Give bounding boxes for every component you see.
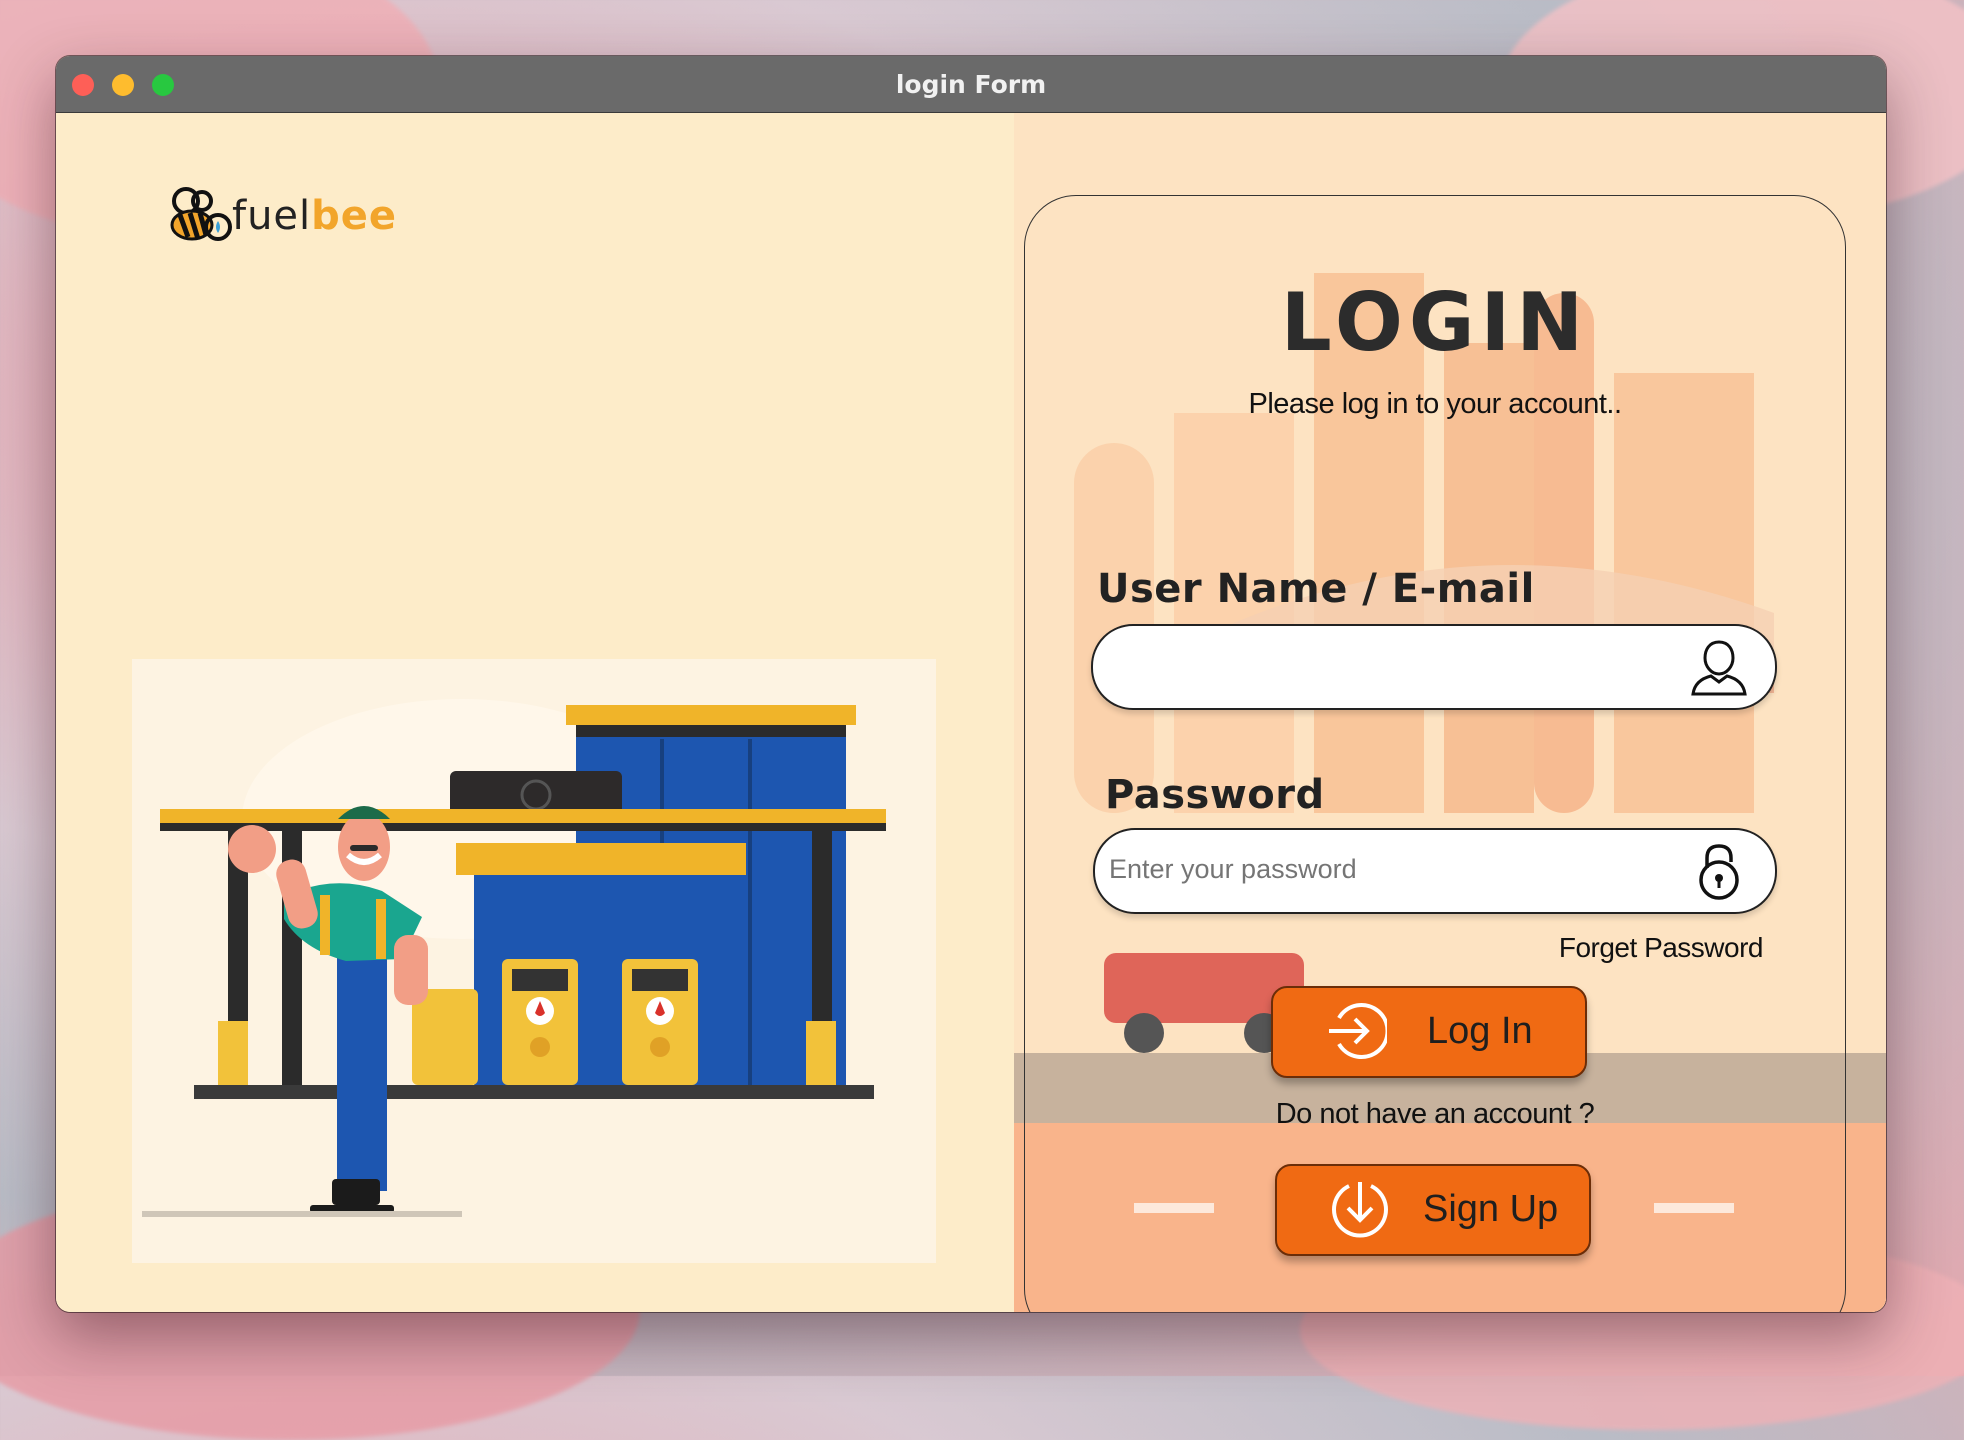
user-icon xyxy=(1691,640,1747,696)
brand-name: fuelbee xyxy=(232,193,397,239)
brand-logo: fuelbee xyxy=(168,181,398,251)
gas-station-illustration xyxy=(132,659,936,1263)
left-pane: fuelbee xyxy=(56,113,1014,1312)
window-content: fuelbee LOGIN Please log in to your acco… xyxy=(56,113,1886,1312)
password-input[interactable] xyxy=(1109,854,1669,885)
login-card: LOGIN Please log in to your account.. Us… xyxy=(1024,195,1846,1312)
bee-logo-icon xyxy=(170,187,232,241)
forget-password-link[interactable]: Forget Password xyxy=(1559,932,1764,964)
password-label: Password xyxy=(1105,772,1325,818)
login-button-label: Log In xyxy=(1427,1010,1533,1052)
brand-name-part2: bee xyxy=(311,193,398,239)
username-field[interactable] xyxy=(1091,624,1777,710)
password-field[interactable] xyxy=(1093,828,1777,914)
brand-name-part1: fuel xyxy=(232,193,312,239)
login-button[interactable]: Log In xyxy=(1271,986,1587,1078)
login-subtitle: Please log in to your account.. xyxy=(1248,388,1622,420)
window-title: login Form xyxy=(895,70,1047,99)
title-bar: login Form xyxy=(56,56,1886,113)
app-window: login Form fuelbee LOGIN Please log in t… xyxy=(56,56,1886,1312)
login-arrow-icon xyxy=(1329,1003,1387,1059)
lock-icon xyxy=(1699,844,1739,900)
download-arrow-icon xyxy=(1332,1182,1388,1238)
no-account-text: Do not have an account ? xyxy=(1275,1098,1595,1130)
signup-button[interactable]: Sign Up xyxy=(1275,1164,1591,1256)
username-input[interactable] xyxy=(1107,650,1667,681)
login-title: LOGIN xyxy=(1280,276,1590,369)
signup-button-label: Sign Up xyxy=(1423,1188,1559,1230)
username-label: User Name / E-mail xyxy=(1097,566,1535,612)
